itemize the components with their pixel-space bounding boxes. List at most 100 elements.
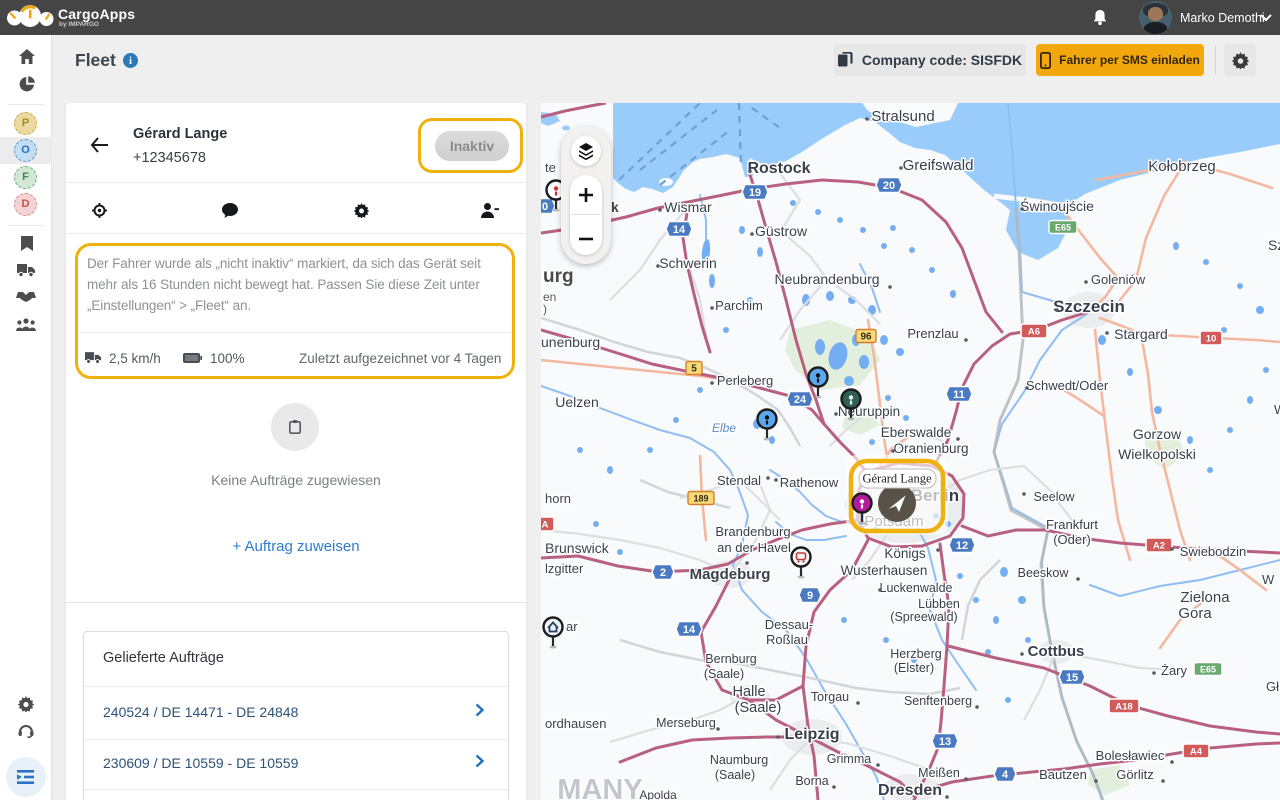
- svg-text:Wielkopolski: Wielkopolski: [1118, 446, 1196, 462]
- svg-text:Magdeburg: Magdeburg: [690, 566, 771, 583]
- svg-text:Luckenwalde: Luckenwalde: [880, 581, 953, 595]
- svg-text:Stargard: Stargard: [1114, 326, 1168, 342]
- svg-text:urg: urg: [543, 266, 574, 287]
- svg-text:20: 20: [883, 180, 895, 192]
- svg-text:Halle: Halle: [732, 684, 765, 700]
- svg-text:Gł: Gł: [1266, 679, 1279, 694]
- svg-text:Torgau: Torgau: [811, 690, 849, 704]
- svg-text:24: 24: [794, 394, 807, 406]
- svg-text:Neubrandenburg: Neubrandenburg: [774, 271, 879, 287]
- svg-text:Beeskow: Beeskow: [1018, 566, 1070, 580]
- svg-text:E65: E65: [1055, 223, 1071, 233]
- svg-text:Parchim: Parchim: [715, 298, 763, 313]
- svg-text:Wusterhausen: Wusterhausen: [841, 563, 928, 578]
- svg-text:Cottbus: Cottbus: [1028, 643, 1085, 660]
- svg-text:Rathenow: Rathenow: [780, 475, 839, 490]
- svg-text:Bernburg: Bernburg: [705, 652, 756, 666]
- svg-text:15: 15: [1066, 672, 1078, 684]
- svg-text:Herzberg: Herzberg: [890, 647, 941, 661]
- svg-text:Gérard Lange: Gérard Lange: [862, 472, 932, 486]
- svg-text:Roßlau: Roßlau: [766, 632, 808, 647]
- svg-text:(Spreewald): (Spreewald): [890, 610, 957, 624]
- svg-text:Gorzow: Gorzow: [1133, 426, 1182, 442]
- svg-text:A: A: [542, 520, 549, 531]
- svg-text:an der Havel: an der Havel: [717, 540, 791, 555]
- svg-text:A4: A4: [1190, 747, 1203, 758]
- svg-text:Meißen: Meißen: [918, 766, 960, 780]
- svg-text:Stralsund: Stralsund: [871, 108, 934, 125]
- svg-text:Frankfurt: Frankfurt: [1046, 517, 1098, 532]
- svg-text:Rostock: Rostock: [747, 160, 810, 177]
- svg-text:Dresden: Dresden: [878, 782, 942, 799]
- svg-text:9: 9: [807, 590, 813, 602]
- svg-text:Eberswalde: Eberswalde: [881, 425, 952, 440]
- svg-text:Seelow: Seelow: [1034, 490, 1076, 504]
- svg-text:Oranienburg: Oranienburg: [893, 441, 968, 456]
- svg-text:unenburg: unenburg: [541, 334, 600, 350]
- svg-text:Stendal: Stendal: [717, 473, 761, 488]
- svg-text:14: 14: [683, 624, 696, 636]
- svg-text:Wismar: Wismar: [664, 199, 712, 215]
- svg-text:Swiebodzin: Swiebodzin: [1180, 544, 1247, 559]
- svg-text:(Elster): (Elster): [894, 661, 934, 675]
- svg-text:Greifswald: Greifswald: [903, 157, 974, 174]
- svg-text:Goleniów: Goleniów: [1091, 272, 1146, 287]
- svg-text:lzgitter: lzgitter: [545, 561, 584, 576]
- svg-text:Elbe: Elbe: [712, 421, 736, 435]
- svg-text:A2: A2: [1153, 541, 1165, 552]
- svg-text:Bolesławiec: Bolesławiec: [1096, 748, 1165, 763]
- svg-text:W: W: [1262, 572, 1275, 587]
- svg-text:Zielona: Zielona: [1180, 589, 1230, 606]
- svg-text:2: 2: [660, 567, 666, 579]
- svg-text:Güstrow: Güstrow: [755, 223, 808, 239]
- svg-text:Świnoujście: Świnoujście: [1020, 197, 1094, 214]
- svg-text:4: 4: [1002, 769, 1009, 781]
- svg-text:(Saale): (Saale): [735, 700, 782, 716]
- svg-text:Görlitz: Görlitz: [1116, 767, 1154, 782]
- svg-text:E65: E65: [1200, 665, 1216, 675]
- svg-text:Schwerin: Schwerin: [659, 255, 717, 271]
- svg-text:12: 12: [956, 540, 968, 552]
- svg-text:Borna: Borna: [795, 774, 828, 788]
- svg-text:Brunswick: Brunswick: [545, 540, 610, 556]
- svg-text:Uelzen: Uelzen: [555, 394, 599, 410]
- svg-text:MANY: MANY: [557, 774, 642, 800]
- svg-text:(Oder): (Oder): [1053, 532, 1091, 547]
- svg-text:Lübben: Lübben: [918, 597, 960, 611]
- svg-text:(Saale): (Saale): [715, 768, 755, 782]
- svg-text:Apolda: Apolda: [639, 788, 677, 800]
- svg-text:Naumburg: Naumburg: [710, 753, 768, 767]
- svg-text:W: W: [1274, 402, 1280, 417]
- svg-text:): ): [543, 302, 547, 316]
- svg-text:Perleberg: Perleberg: [717, 373, 773, 388]
- svg-text:19: 19: [749, 187, 761, 199]
- svg-text:11: 11: [953, 389, 965, 401]
- svg-text:5: 5: [691, 364, 697, 375]
- svg-text:A18: A18: [1115, 702, 1132, 713]
- svg-text:te: te: [545, 160, 556, 175]
- svg-text:Prenzlau: Prenzlau: [907, 326, 958, 341]
- svg-text:k: k: [611, 199, 619, 215]
- svg-text:189: 189: [693, 494, 708, 504]
- svg-text:Grimma: Grimma: [827, 752, 871, 766]
- svg-text:Szczecin: Szczecin: [1053, 297, 1125, 316]
- svg-text:Dessau-: Dessau-: [765, 617, 813, 632]
- svg-text:Gora: Gora: [1178, 605, 1212, 622]
- svg-text:14: 14: [673, 224, 686, 236]
- svg-text:Szc: Szc: [1268, 237, 1280, 253]
- svg-text:ar: ar: [566, 619, 578, 634]
- svg-text:Senftenberg: Senftenberg: [904, 694, 972, 708]
- svg-text:Bautzen: Bautzen: [1039, 767, 1087, 782]
- svg-text:Brandenburg: Brandenburg: [715, 524, 790, 539]
- svg-text:horn: horn: [545, 491, 571, 506]
- svg-text:Merseburg: Merseburg: [656, 716, 716, 730]
- svg-text:ordhausen: ordhausen: [545, 716, 606, 731]
- svg-text:13: 13: [939, 736, 951, 748]
- svg-text:Żary: Żary: [1161, 663, 1188, 678]
- svg-text:10: 10: [1206, 334, 1217, 345]
- svg-text:Leipzig: Leipzig: [784, 726, 839, 743]
- svg-text:Kołobrzeg: Kołobrzeg: [1148, 158, 1216, 175]
- svg-text:96: 96: [860, 332, 872, 343]
- svg-text:(Saale): (Saale): [704, 667, 744, 681]
- svg-text:A6: A6: [1028, 327, 1040, 338]
